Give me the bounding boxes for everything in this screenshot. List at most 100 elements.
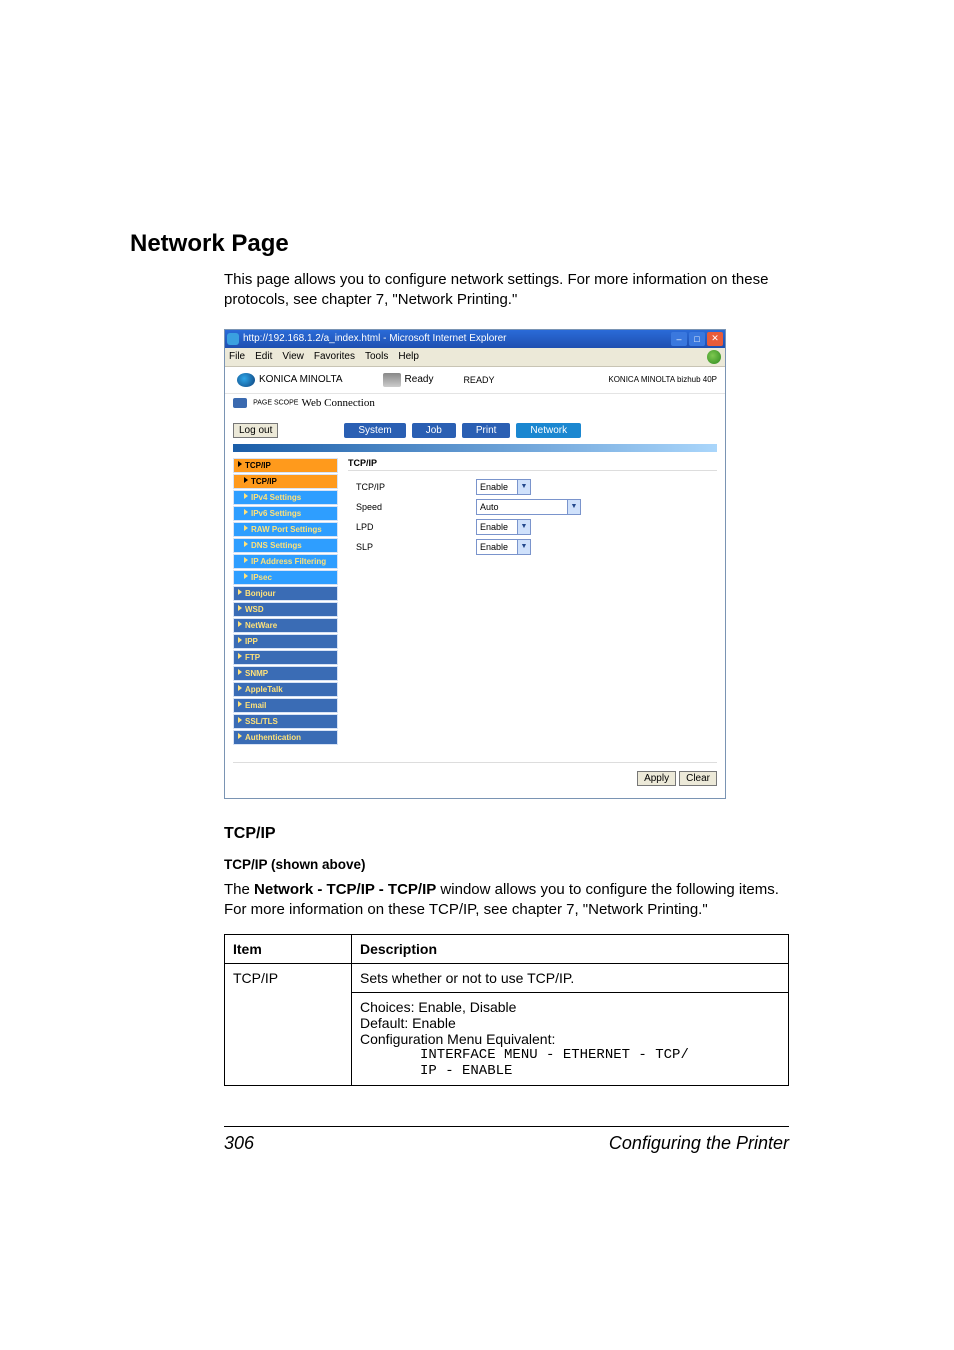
sidebar: TCP/IP TCP/IP IPv4 Settings IPv6 Setting… (233, 458, 338, 746)
sidebar-group-wsd[interactable]: WSD (233, 602, 338, 617)
window-title: http://192.168.1.2/a_index.html - Micros… (243, 333, 506, 344)
sidebar-item-rawport[interactable]: RAW Port Settings (233, 522, 338, 537)
sidebar-item-dns[interactable]: DNS Settings (233, 538, 338, 553)
select-lpd[interactable]: Enable▼ (476, 519, 531, 535)
sidebar-group-email[interactable]: Email (233, 698, 338, 713)
sidebar-group-ipp[interactable]: IPP (233, 634, 338, 649)
form-label-slp: SLP (348, 542, 476, 552)
panel-title: TCP/IP (348, 458, 717, 468)
sidebar-group-ssl[interactable]: SSL/TLS (233, 714, 338, 729)
sidebar-group-tcpip[interactable]: TCP/IP (233, 458, 338, 473)
select-tcpip[interactable]: Enable ▼ (476, 479, 531, 495)
table-code: INTERFACE MENU - ETHERNET - TCP/ (360, 1047, 780, 1063)
sidebar-label: SNMP (245, 669, 268, 678)
select-slp[interactable]: Enable ▼ (476, 539, 531, 555)
sidebar-group-auth[interactable]: Authentication (233, 730, 338, 745)
menu-view[interactable]: View (282, 351, 304, 362)
close-button[interactable]: ✕ (707, 332, 723, 346)
intro-text: This page allows you to configure networ… (224, 270, 804, 311)
sidebar-label: SSL/TLS (245, 717, 278, 726)
sidebar-item-ipv6[interactable]: IPv6 Settings (233, 506, 338, 521)
sidebar-label: IPsec (251, 573, 272, 582)
sidebar-label: TCP/IP (251, 477, 277, 486)
sidebar-label: TCP/IP (245, 461, 271, 470)
body-paragraph: The Network - TCP/IP - TCP/IP window all… (224, 880, 804, 921)
table-header-item: Item (225, 935, 352, 964)
table-cell-item: TCP/IP (225, 964, 352, 1086)
page-heading: Network Page (130, 230, 804, 258)
pagescope-label: Web Connection (302, 397, 375, 409)
sidebar-item-ipsec[interactable]: IPsec (233, 570, 338, 585)
pagescope-icon (233, 398, 247, 408)
table-cell-line1: Sets whether or not to use TCP/IP. (352, 964, 789, 993)
go-icon (707, 350, 721, 364)
tab-print[interactable]: Print (462, 423, 511, 438)
menu-file[interactable]: File (229, 351, 245, 362)
menu-tools[interactable]: Tools (365, 351, 388, 362)
page-footer: 306 Configuring the Printer (224, 1126, 789, 1154)
tab-network[interactable]: Network (516, 423, 581, 438)
sidebar-group-snmp[interactable]: SNMP (233, 666, 338, 681)
sidebar-group-appletalk[interactable]: AppleTalk (233, 682, 338, 697)
main-panel: TCP/IP TCP/IP Enable▼ Speed Auto▼ LPD En… (338, 458, 717, 746)
form-label-speed: Speed (348, 502, 476, 512)
chevron-down-icon: ▼ (517, 480, 530, 494)
select-speed[interactable]: Auto ▼ (476, 499, 581, 515)
chevron-down-icon: ▼ (517, 540, 530, 554)
maximize-button[interactable]: □ (689, 332, 705, 346)
select-value: Enable (480, 522, 508, 532)
screenshot: http://192.168.1.2/a_index.html - Micros… (224, 329, 726, 799)
logout-button[interactable]: Log out (233, 423, 278, 438)
window-titlebar: http://192.168.1.2/a_index.html - Micros… (225, 330, 725, 348)
ie-icon (227, 333, 239, 345)
table-text: Default: Enable (360, 1015, 780, 1031)
sidebar-label: Bonjour (245, 589, 276, 598)
sidebar-label: Email (245, 701, 266, 710)
sidebar-label: NetWare (245, 621, 277, 630)
table-text: Configuration Menu Equivalent: (360, 1031, 780, 1047)
table-text: Choices: Enable, Disable (360, 999, 780, 1015)
sidebar-label: AppleTalk (245, 685, 283, 694)
sidebar-group-ftp[interactable]: FTP (233, 650, 338, 665)
pagescope-prefix: PAGE SCOPE (253, 399, 298, 406)
select-value: Auto (480, 502, 499, 512)
sidebar-label: DNS Settings (251, 541, 302, 550)
browser-menubar: File Edit View Favorites Tools Help (225, 348, 725, 367)
sidebar-label: RAW Port Settings (251, 525, 322, 534)
table-cell-details: Choices: Enable, Disable Default: Enable… (352, 993, 789, 1086)
sidebar-label: Authentication (245, 733, 301, 742)
chevron-down-icon: ▼ (567, 500, 580, 514)
sidebar-label: FTP (245, 653, 260, 662)
body-text-part: The (224, 881, 254, 898)
sidebar-group-bonjour[interactable]: Bonjour (233, 586, 338, 601)
page-number: 306 (224, 1133, 254, 1154)
sidebar-group-netware[interactable]: NetWare (233, 618, 338, 633)
sidebar-label: WSD (245, 605, 264, 614)
select-value: Enable (480, 482, 508, 492)
footer-label: Configuring the Printer (609, 1133, 789, 1154)
printer-icon (383, 373, 401, 387)
minimize-button[interactable]: – (671, 332, 687, 346)
menu-favorites[interactable]: Favorites (314, 351, 355, 362)
sidebar-label: IPv4 Settings (251, 493, 301, 502)
tab-job[interactable]: Job (412, 423, 456, 438)
tab-system[interactable]: System (344, 423, 405, 438)
nav-gradient (233, 444, 717, 452)
description-table: Item Description TCP/IP Sets whether or … (224, 934, 789, 1086)
model-label: KONICA MINOLTA bizhub 40P (608, 375, 717, 384)
sidebar-label: IPv6 Settings (251, 509, 301, 518)
subheading-tcpip: TCP/IP (224, 825, 804, 843)
menu-help[interactable]: Help (398, 351, 419, 362)
select-value: Enable (480, 542, 508, 552)
menu-edit[interactable]: Edit (255, 351, 272, 362)
sidebar-item-ipfilter[interactable]: IP Address Filtering (233, 554, 338, 569)
clear-button[interactable]: Clear (679, 771, 717, 786)
sidebar-item-tcpip[interactable]: TCP/IP (233, 474, 338, 489)
apply-button[interactable]: Apply (637, 771, 676, 786)
brand-label: KONICA MINOLTA (259, 374, 343, 385)
sidebar-label: IP Address Filtering (251, 557, 326, 566)
sidebar-item-ipv4[interactable]: IPv4 Settings (233, 490, 338, 505)
form-label-lpd: LPD (348, 522, 476, 532)
status-big: READY (463, 375, 494, 385)
table-header-desc: Description (352, 935, 789, 964)
